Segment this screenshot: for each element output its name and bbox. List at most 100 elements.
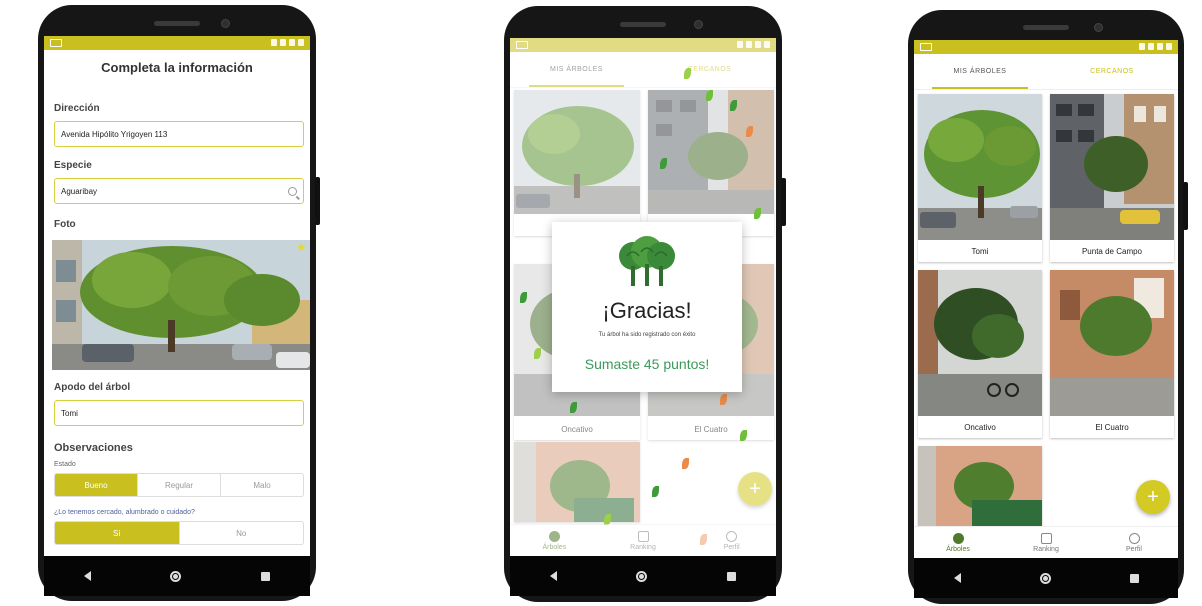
ranking-icon xyxy=(1040,532,1052,544)
tree-card-image xyxy=(1050,270,1174,416)
tree-icon xyxy=(952,532,964,544)
tab-cercanos[interactable]: CERCANOS xyxy=(1046,54,1178,89)
bottom-nav-perfil[interactable]: Perfil xyxy=(1090,527,1178,558)
bottom-nav-perfil[interactable]: Perfil xyxy=(687,525,776,556)
tree-card[interactable]: El Cuatro xyxy=(1050,270,1174,438)
system-nav-bar xyxy=(44,556,310,596)
back-icon[interactable] xyxy=(83,571,91,581)
tree-photo-image xyxy=(52,240,310,370)
thanks-message: Tu árbol ha sido registrado con éxito xyxy=(598,332,696,338)
tab-mis-arboles[interactable]: MIS ÁRBOLES xyxy=(914,54,1046,89)
phone-side-button xyxy=(781,178,786,226)
bottom-nav-ranking-label: Ranking xyxy=(630,543,656,551)
especie-field[interactable]: Aguaribay xyxy=(54,178,304,204)
trees-screen: MIS ÁRBOLES CERCANOS Tomi Punta de Campo… xyxy=(914,40,1178,598)
tree-card-name: Punta de Campo xyxy=(1050,240,1174,262)
status-icons xyxy=(1139,43,1172,50)
form-title: Completa la información xyxy=(101,60,253,75)
tree-card-name: Oncativo xyxy=(918,416,1042,438)
foto-label: Foto xyxy=(54,219,76,230)
tree-card-name: El Cuatro xyxy=(1050,416,1174,438)
bottom-nav: Árboles Ranking Perfil xyxy=(914,526,1178,558)
tree-card[interactable]: Oncativo xyxy=(918,270,1042,438)
status-bar xyxy=(44,36,310,50)
form-screen: Completa la información Dirección Avenid… xyxy=(44,36,310,596)
tree-card-name: Tomi xyxy=(918,240,1042,262)
phone-form: Completa la información Dirección Avenid… xyxy=(38,5,320,601)
phone-speaker xyxy=(620,22,666,27)
phone-speaker xyxy=(154,21,200,26)
bottom-nav-ranking-label: Ranking xyxy=(1033,545,1059,553)
recent-apps-icon[interactable] xyxy=(727,571,737,581)
estado-option-malo[interactable]: Malo xyxy=(221,474,303,496)
bottom-nav-arboles-label: Árboles xyxy=(946,545,970,553)
tree-card-image xyxy=(1050,94,1174,240)
tree-icon xyxy=(548,530,560,542)
direccion-field[interactable]: Avenida Hipólito Yrigoyen 113 xyxy=(54,121,304,147)
tree-photo[interactable]: ★ xyxy=(52,240,310,370)
tree-card[interactable]: Tomi xyxy=(918,94,1042,262)
trees-icon xyxy=(619,236,675,286)
thanks-dialog: ¡Gracias! Tu árbol ha sido registrado co… xyxy=(552,222,742,392)
status-bar xyxy=(914,40,1178,54)
tab-bar: MIS ÁRBOLES CERCANOS xyxy=(914,54,1178,90)
bottom-nav-ranking[interactable]: Ranking xyxy=(1002,527,1090,558)
bottom-nav-ranking[interactable]: Ranking xyxy=(599,525,688,556)
bottom-nav-perfil-label: Perfil xyxy=(723,543,740,551)
star-icon[interactable]: ★ xyxy=(296,241,308,253)
bottom-nav: Árboles Ranking Perfil xyxy=(510,524,776,556)
home-icon[interactable] xyxy=(636,570,648,582)
thanks-title: ¡Gracias! xyxy=(602,298,692,323)
add-tree-button[interactable]: + xyxy=(1136,480,1170,514)
recent-apps-icon[interactable] xyxy=(1129,573,1139,583)
phone-camera xyxy=(221,19,230,28)
recent-apps-icon[interactable] xyxy=(261,571,271,581)
bottom-nav-arboles[interactable]: Árboles xyxy=(914,527,1002,558)
system-nav-bar xyxy=(914,558,1178,598)
status-icon xyxy=(920,43,932,51)
cuidado-option-si[interactable]: Sí xyxy=(55,522,180,544)
home-icon[interactable] xyxy=(170,570,182,582)
phone-thanks: MIS ÁRBOLES CERCANOS Tomi xyxy=(504,6,786,602)
cuidado-segmented-control: Sí No xyxy=(54,521,304,545)
back-icon[interactable] xyxy=(953,573,961,583)
tree-card[interactable] xyxy=(918,446,1042,526)
phone-trees: MIS ÁRBOLES CERCANOS Tomi Punta de Campo… xyxy=(908,10,1188,604)
apodo-label: Apodo del árbol xyxy=(54,382,131,393)
thanks-screen: MIS ÁRBOLES CERCANOS Tomi xyxy=(510,38,776,596)
especie-value: Aguaribay xyxy=(61,187,98,196)
phone-camera xyxy=(694,20,703,29)
tree-card-image xyxy=(918,270,1042,416)
search-icon[interactable] xyxy=(288,187,297,196)
estado-option-regular[interactable]: Regular xyxy=(138,474,221,496)
tree-card-image xyxy=(918,94,1042,240)
status-icons xyxy=(271,39,304,46)
estado-segmented-control: Bueno Regular Malo xyxy=(54,473,304,497)
cuidado-option-no[interactable]: No xyxy=(180,522,304,544)
ranking-icon xyxy=(637,530,649,542)
estado-option-bueno[interactable]: Bueno xyxy=(55,474,138,496)
add-tree-button[interactable]: + xyxy=(738,472,772,506)
phone-camera xyxy=(1094,23,1103,32)
bottom-nav-arboles-label: Árboles xyxy=(542,543,567,551)
back-icon[interactable] xyxy=(549,571,557,581)
phone-side-button xyxy=(1183,182,1188,230)
direccion-label: Dirección xyxy=(54,103,100,114)
cuidado-question: ¿Lo tenemos cercado, alumbrado o cuidado… xyxy=(54,509,195,516)
estado-label: Estado xyxy=(54,461,76,468)
user-icon xyxy=(726,530,738,542)
user-icon xyxy=(1128,532,1140,544)
tree-card[interactable]: Punta de Campo xyxy=(1050,94,1174,262)
points-message: Sumaste 45 puntos! xyxy=(584,356,710,372)
bottom-nav-arboles[interactable]: Árboles xyxy=(510,525,599,556)
especie-label: Especie xyxy=(54,160,92,171)
observaciones-label: Observaciones xyxy=(54,442,133,454)
bottom-nav-perfil-label: Perfil xyxy=(1126,545,1142,553)
tree-card-image xyxy=(918,446,1042,526)
apodo-field[interactable]: Tomi xyxy=(54,400,304,426)
system-nav-bar xyxy=(510,556,776,596)
phone-speaker xyxy=(1023,25,1069,30)
phone-side-button xyxy=(315,177,320,225)
status-icon xyxy=(50,39,62,47)
home-icon[interactable] xyxy=(1039,572,1051,584)
